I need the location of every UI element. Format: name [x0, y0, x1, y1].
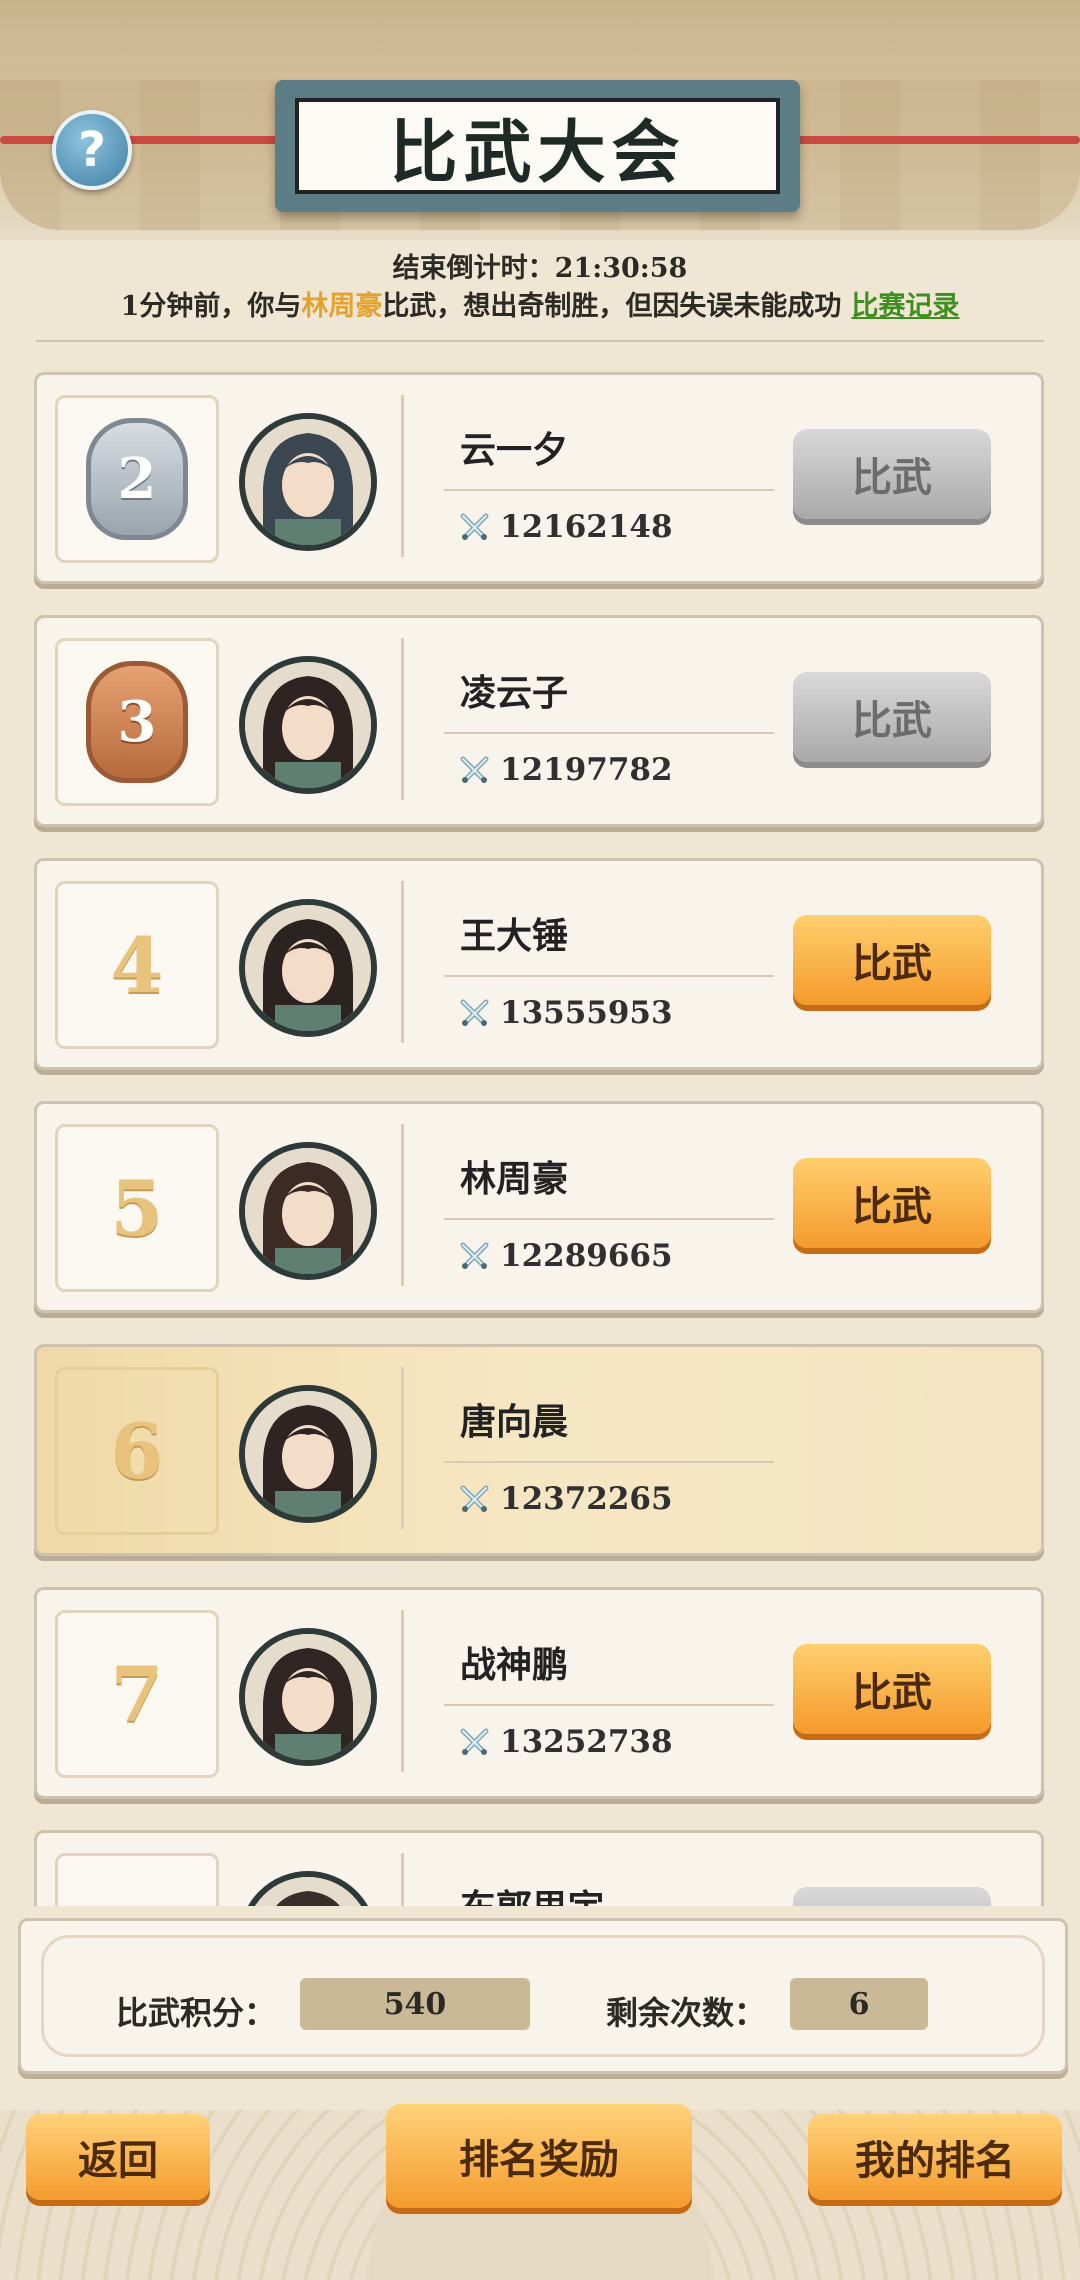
ranking-card-self: 6 唐向晨 12372265 — [34, 1344, 1044, 1556]
player-name: 凌云子 — [460, 672, 569, 714]
player-info: 战神鹏 13252738 — [401, 1610, 778, 1772]
rank-number: 8 — [111, 1893, 164, 1907]
ranking-card: 3 凌云子 12197782 比武 — [34, 615, 1044, 827]
remaining-label: 剩余次数： — [606, 1994, 767, 2032]
ranking-card: 2 云一夕 12162148 比武 — [34, 372, 1044, 584]
combat-power-value: 13555953 — [500, 995, 673, 1031]
combat-power-value: 12197782 — [500, 752, 673, 788]
challenge-button[interactable]: 比武 — [793, 429, 991, 519]
name-divider — [444, 1461, 774, 1463]
ranking-card: 4 王大锤 13555953 比武 — [34, 858, 1044, 1070]
ranking-card: 5 林周豪 12289665 比武 — [34, 1101, 1044, 1313]
name-divider — [444, 489, 774, 491]
avatar[interactable] — [239, 656, 377, 794]
player-info: 林周豪 12289665 — [401, 1124, 778, 1286]
player-name: 云一夕 — [460, 429, 569, 471]
player-info: 王大锤 13555953 — [401, 881, 778, 1043]
player-info: 唐向晨 12372265 — [401, 1367, 778, 1529]
bronze-medal-icon: 3 — [86, 661, 188, 783]
message-opponent-name[interactable]: 林周豪 — [301, 291, 382, 322]
ranking-card: 7 战神鹏 13252738 比武 — [34, 1587, 1044, 1799]
player-name: 林周豪 — [460, 1158, 569, 1200]
countdown-timer: 结束倒计时：21:30:58 — [392, 253, 688, 284]
rank-box: 8 — [55, 1853, 219, 1906]
ranking-list[interactable]: 2 云一夕 12162148 比武 3 凌云子 12197782 比武 4 王大锤 13555953… — [0, 372, 1080, 1906]
back-button[interactable]: 返回 — [26, 2114, 210, 2200]
rank-number: 5 — [110, 1163, 164, 1253]
crossed-swords-icon — [460, 513, 492, 541]
rank-reward-button[interactable]: 排名奖励 — [386, 2104, 692, 2208]
avatar[interactable] — [239, 1871, 377, 1906]
player-info: 云一夕 12162148 — [401, 395, 778, 557]
challenge-button[interactable]: 比武 — [793, 915, 991, 1005]
my-rank-button[interactable]: 我的排名 — [808, 2114, 1062, 2200]
avatar[interactable] — [239, 899, 377, 1037]
rank-number: 7 — [110, 1649, 164, 1739]
stats-frame: 比武积分： 540 剩余次数： 6 — [41, 1935, 1045, 2057]
rank-number: 6 — [110, 1406, 164, 1496]
page-title: 比武大会 — [389, 112, 686, 193]
points-value: 540 — [300, 1978, 530, 2030]
silver-medal-icon: 2 — [86, 418, 188, 540]
challenge-button[interactable]: 比武 — [793, 1644, 991, 1734]
message-suffix: 比武，想出奇制胜，但因失误未能成功 — [382, 291, 842, 322]
stats-bar: 比武积分： 540 剩余次数： 6 — [18, 1918, 1068, 2074]
rank-box: 7 — [55, 1610, 219, 1778]
player-name: 东郭思宇 — [460, 1879, 604, 1906]
points-label: 比武积分： — [116, 1994, 277, 2032]
divider — [36, 340, 1044, 342]
rank-number: 4 — [110, 920, 164, 1010]
avatar[interactable] — [239, 1142, 377, 1280]
combat-power: 13555953 — [460, 995, 673, 1031]
combat-power-value: 13252738 — [500, 1724, 673, 1760]
player-info: 东郭思宇 — [401, 1853, 778, 1906]
player-name: 唐向晨 — [460, 1401, 569, 1443]
combat-power-value: 12162148 — [500, 509, 673, 545]
rank-box: 4 — [55, 881, 219, 1049]
combat-power: 13252738 — [460, 1724, 673, 1760]
combat-power: 12289665 — [460, 1238, 673, 1274]
rope-decoration-left — [0, 136, 300, 144]
rank-box: 6 — [55, 1367, 219, 1535]
crossed-swords-icon — [460, 999, 492, 1027]
avatar[interactable] — [239, 1628, 377, 1766]
ranking-card: 8 东郭思宇 比武 — [34, 1830, 1044, 1906]
rank-box: 3 — [55, 638, 219, 806]
message-prefix: 1分钟前，你与 — [120, 291, 302, 322]
remaining-value: 6 — [790, 1978, 928, 2030]
crossed-swords-icon — [460, 1242, 492, 1270]
match-record-link[interactable]: 比赛记录 — [851, 291, 959, 322]
player-name: 战神鹏 — [460, 1644, 569, 1686]
title-frame: 比武大会 — [295, 98, 780, 194]
combat-power: 12197782 — [460, 752, 673, 788]
avatar[interactable] — [239, 413, 377, 551]
rank-box: 5 — [55, 1124, 219, 1292]
avatar[interactable] — [239, 1385, 377, 1523]
player-info: 凌云子 12197782 — [401, 638, 778, 800]
name-divider — [444, 1704, 774, 1706]
player-name: 王大锤 — [460, 915, 569, 957]
combat-power: 12162148 — [460, 509, 673, 545]
title-plaque: 比武大会 — [275, 80, 800, 212]
name-divider — [444, 975, 774, 977]
combat-power: 12372265 — [460, 1481, 673, 1517]
crossed-swords-icon — [460, 1728, 492, 1756]
crossed-swords-icon — [460, 1485, 492, 1513]
battle-message: 1分钟前，你与林周豪比武，想出奇制胜，但因失误未能成功 比赛记录 — [0, 284, 1080, 323]
name-divider — [444, 1218, 774, 1220]
challenge-button[interactable]: 比武 — [793, 672, 991, 762]
combat-power-value: 12372265 — [500, 1481, 673, 1517]
help-icon[interactable]: ? — [52, 110, 132, 190]
combat-power-value: 12289665 — [500, 1238, 673, 1274]
name-divider — [444, 732, 774, 734]
rank-box: 2 — [55, 395, 219, 563]
rope-decoration-right — [780, 136, 1080, 144]
crossed-swords-icon — [460, 756, 492, 784]
challenge-button[interactable]: 比武 — [793, 1887, 991, 1906]
challenge-button[interactable]: 比武 — [793, 1158, 991, 1248]
